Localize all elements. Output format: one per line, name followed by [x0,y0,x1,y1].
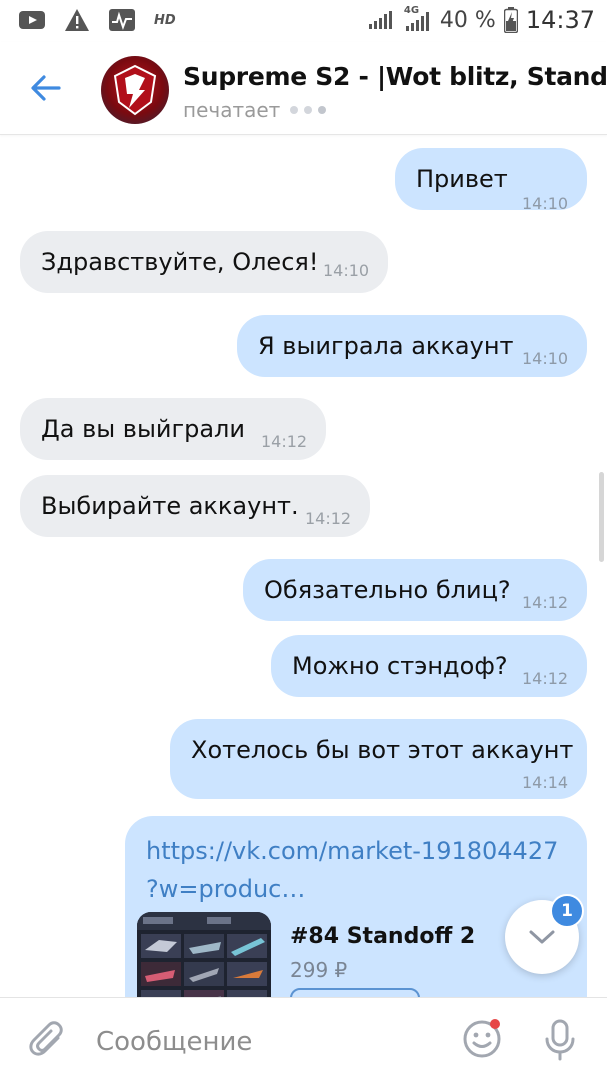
message-time: 14:12 [305,509,352,528]
warning-icon [65,9,89,31]
message-text: Можно стэндоф? [292,652,508,680]
chat-header: Supreme S2 - |Wot blitz, Standoff печата… [0,42,607,135]
signal-icon [368,11,392,29]
message-text: Обязательно блиц? [264,576,511,604]
product-thumbnail[interactable] [137,912,271,997]
battery-percent: 40 % [439,7,496,33]
product-title[interactable]: #84 Standoff 2 [290,924,475,949]
message-time: 14:10 [522,194,569,213]
link-url-line: ?w=produc… [146,875,306,903]
chevron-down-icon [529,930,555,944]
microphone-icon[interactable] [542,1018,578,1062]
activity-icon [109,9,135,31]
typing-dots-icon [290,106,327,114]
typing-label: печатает [183,98,281,122]
message-bubble-out[interactable]: Я выиграла аккаунт 14:10 [237,315,587,377]
scrollbar[interactable] [599,472,604,562]
message-time: 14:12 [261,432,308,451]
message-time: 14:14 [522,773,569,792]
battery-charging-icon [503,7,518,33]
message-time: 14:10 [323,261,370,280]
message-list[interactable]: Привет 14:10 Здравствуйте, Олеся! 14:10 … [0,135,607,997]
new-stickers-dot [490,1019,500,1029]
typing-status: печатает [183,98,327,122]
message-text: Здравствуйте, Олеся! [41,248,319,276]
product-button[interactable] [290,988,420,997]
message-text: Привет [416,165,508,193]
message-bubble-out[interactable]: Хотелось бы вот этот аккаунт 14:14 [170,719,587,799]
message-bubble-in[interactable]: Да вы выйграли 14:12 [20,398,326,460]
message-bubble-out[interactable]: Можно стэндоф? 14:12 [271,635,587,697]
message-text: Да вы выйграли [41,415,245,443]
system-icons: 4G 40 % 14:37 [368,5,595,34]
paperclip-icon[interactable] [28,1020,68,1064]
back-arrow-icon[interactable] [28,70,64,106]
message-time: 14:10 [522,349,569,368]
message-input[interactable] [96,1024,436,1060]
hd-indicator: HD [154,12,176,28]
message-bubble-out[interactable]: Привет 14:10 [395,148,587,213]
avatar[interactable] [101,56,169,124]
notification-icons: HD [18,8,176,32]
message-bubble-in[interactable]: Здравствуйте, Олеся! 14:10 [20,231,388,293]
message-text: Я выиграла аккаунт [258,332,514,360]
unread-badge: 1 [550,894,584,928]
youtube-icon [19,11,45,29]
product-screenshot-image [137,912,271,997]
message-bubble-out[interactable]: Обязательно блиц? 14:12 [243,559,587,621]
message-text: Выбирайте аккаунт. [41,492,299,520]
message-bubble-in[interactable]: Выбирайте аккаунт. 14:12 [20,475,370,537]
message-time: 14:12 [522,669,569,688]
signal-4g-icon: 4G [402,5,432,32]
status-bar: HD 4G 40 % 14:37 [0,0,607,42]
message-text: Хотелось бы вот этот аккаунт [191,736,574,764]
message-composer [0,997,607,1081]
link-message[interactable]: https://vk.com/market-191804427 ?w=produ… [125,816,587,997]
chat-title[interactable]: Supreme S2 - |Wot blitz, Standoff [183,62,607,91]
wot-blitz-logo-icon [113,64,157,116]
message-link[interactable]: https://vk.com/market-191804427 ?w=produ… [146,832,576,908]
link-url-line: https://vk.com/market-191804427 [146,837,559,865]
message-time: 14:12 [522,593,569,612]
product-price: 299 ₽ [290,958,348,982]
clock: 14:37 [525,6,595,34]
